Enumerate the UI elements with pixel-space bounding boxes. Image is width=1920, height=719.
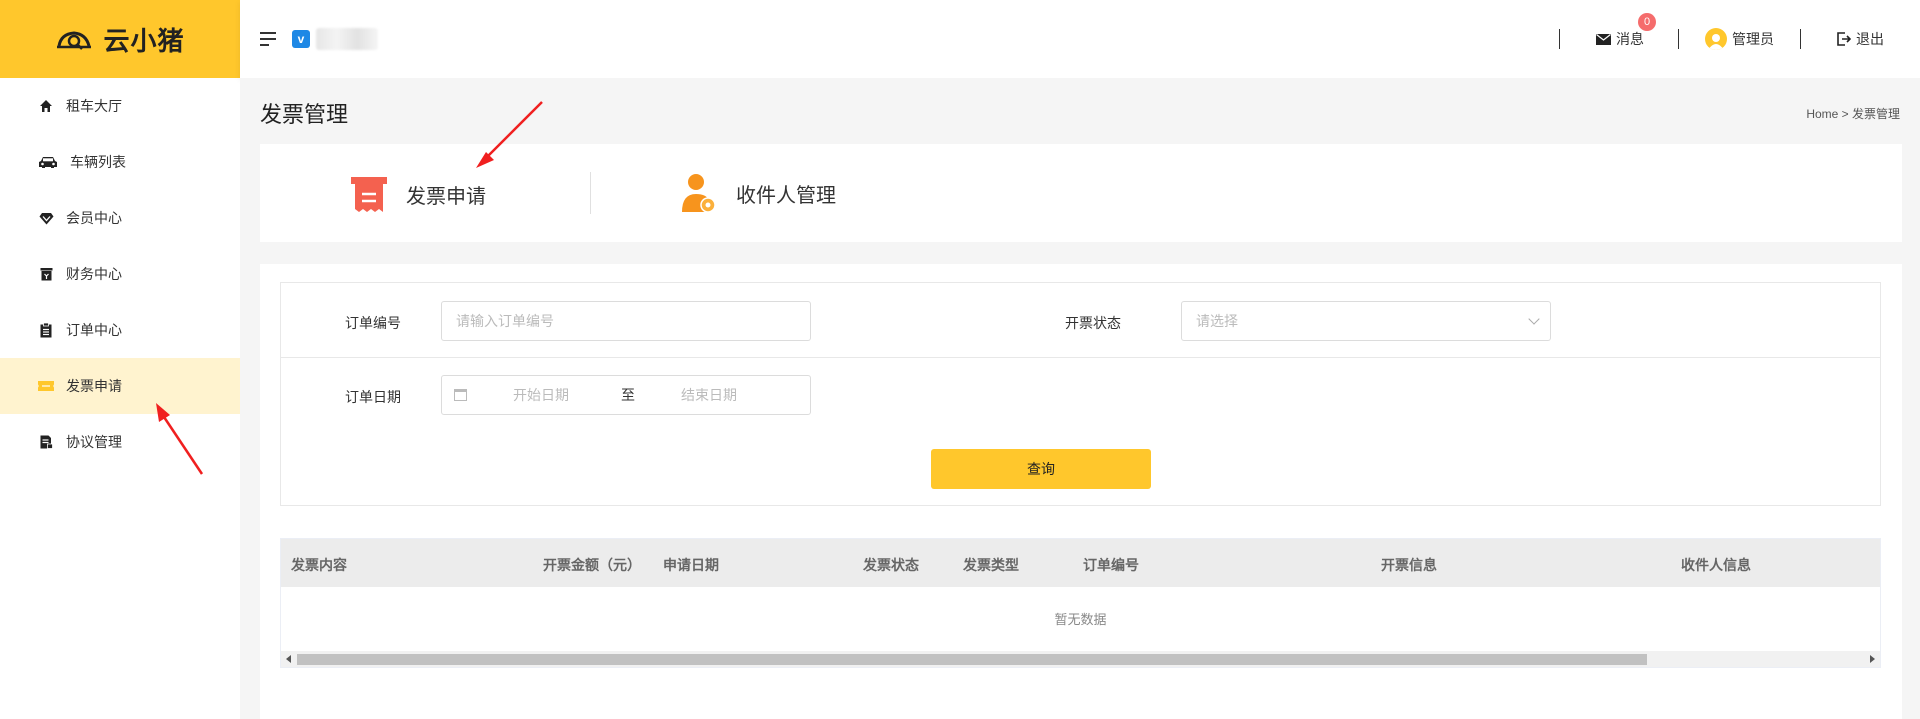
sidebar-item-invoice-apply[interactable]: 发票申请 [0, 358, 240, 414]
top-header: v 消息 0 管理员 退出 [240, 0, 1920, 78]
sidebar-item-label: 发票申请 [66, 378, 122, 394]
invoice-content-card: 订单编号 开票状态 请选择 订单日期 开始日期 至 结束日期 查询 发票内容 开… [260, 264, 1902, 719]
sidebar-item-label: 订单中心 [66, 322, 122, 338]
user-icon [1708, 34, 1724, 50]
chevron-down-icon [1528, 313, 1540, 325]
calendar-icon [454, 389, 467, 401]
column-header[interactable]: 开票信息 [1381, 555, 1437, 575]
breadcrumb[interactable]: Home > 发票管理 [1806, 105, 1900, 122]
sidebar-item-finance-center[interactable]: 财务中心 [0, 246, 240, 302]
sidebar-item-member-center[interactable]: 会员中心 [0, 190, 240, 246]
column-header[interactable]: 发票状态 [863, 555, 919, 575]
tab-invoice-apply[interactable]: 发票申请 [350, 174, 486, 214]
table-empty-state: 暂无数据 [1054, 611, 1107, 627]
date-range-separator: 至 [621, 387, 635, 403]
header-divider [1559, 29, 1560, 49]
header-divider [1800, 29, 1801, 49]
sidebar-item-label: 租车大厅 [66, 98, 122, 114]
sidebar-item-label: 车辆列表 [70, 154, 126, 170]
start-date-input[interactable]: 开始日期 [513, 385, 569, 405]
invoice-status-placeholder: 请选择 [1196, 313, 1238, 329]
vip-badge-icon: v [292, 30, 310, 48]
sidebar-item-label: 会员中心 [66, 210, 122, 226]
invoice-table: 发票内容 开票金额（元） 申请日期 发票状态 发票类型 订单编号 开票信息 收件… [280, 538, 1881, 668]
query-button[interactable]: 查询 [931, 449, 1151, 489]
sidebar-item-agreement-manage[interactable]: 协议管理 [0, 414, 240, 470]
logout-button[interactable]: 退出 [1837, 29, 1884, 49]
pig-logo-icon [57, 31, 92, 50]
column-header[interactable]: 订单编号 [1083, 555, 1139, 575]
header-divider [1678, 29, 1679, 49]
scroll-left-icon[interactable] [286, 655, 291, 663]
column-header[interactable]: 收件人信息 [1681, 555, 1751, 575]
end-date-input[interactable]: 结束日期 [681, 385, 737, 405]
home-icon [38, 98, 54, 114]
invoice-icon [351, 177, 387, 212]
brand-name: 云小猪 [103, 25, 185, 56]
sidebar: 云小猪 租车大厅 车辆列表 会员中心 财务中心 订单中心 发票申请 协议管理 [0, 0, 240, 719]
blurred-company-name [316, 28, 378, 50]
column-header[interactable]: 发票内容 [291, 555, 347, 575]
mail-icon [1596, 33, 1611, 45]
order-date-range-picker[interactable]: 开始日期 至 结束日期 [441, 375, 811, 415]
order-no-input[interactable] [441, 301, 811, 341]
tab-label: 发票申请 [406, 185, 486, 208]
horizontal-scrollbar[interactable] [281, 651, 1880, 667]
main-content: 发票管理 Home > 发票管理 发票申请 收件人管理 订单编号 请输入订单编号… [240, 78, 1920, 719]
column-header[interactable]: 开票金额（元） [543, 555, 641, 575]
ticket-icon [38, 378, 54, 394]
messages-count-badge: 0 [1638, 13, 1656, 31]
order-no-label: 订单编号 [345, 315, 401, 331]
tab-label: 收件人管理 [736, 184, 836, 207]
invoice-status-label: 开票状态 [1065, 315, 1121, 331]
user-name: 管理员 [1732, 31, 1774, 47]
menu-toggle-icon[interactable] [260, 32, 276, 46]
sidebar-menu: 租车大厅 车辆列表 会员中心 财务中心 订单中心 发票申请 协议管理 [0, 78, 240, 470]
user-settings-icon [682, 174, 716, 213]
invoice-tabs: 发票申请 收件人管理 [260, 144, 1902, 242]
sidebar-item-order-center[interactable]: 订单中心 [0, 302, 240, 358]
tab-recipient-manage[interactable]: 收件人管理 [680, 172, 836, 214]
document-icon [38, 434, 54, 450]
tab-divider [590, 172, 591, 214]
sidebar-item-vehicle-list[interactable]: 车辆列表 [0, 134, 240, 190]
page-title: 发票管理 [260, 102, 349, 127]
logout-icon [1837, 32, 1851, 46]
sidebar-item-label: 协议管理 [66, 434, 122, 450]
logout-label: 退出 [1856, 31, 1884, 47]
scrollbar-thumb[interactable] [297, 654, 1647, 665]
car-icon [38, 154, 58, 170]
column-header[interactable]: 发票类型 [963, 555, 1019, 575]
messages-button[interactable]: 消息 0 [1596, 13, 1656, 49]
page-header: 发票管理 Home > 发票管理 [240, 78, 1920, 144]
sidebar-item-rental-hall[interactable]: 租车大厅 [0, 78, 240, 134]
sidebar-item-label: 财务中心 [66, 266, 122, 282]
table-header: 发票内容 开票金额（元） 申请日期 发票状态 发票类型 订单编号 开票信息 收件… [281, 539, 1880, 587]
messages-label: 消息 [1616, 31, 1644, 47]
form-row-divider [281, 357, 1880, 358]
diamond-icon [38, 210, 54, 226]
header-actions: 消息 0 管理员 退出 [1559, 0, 1920, 78]
order-date-label: 订单日期 [345, 389, 401, 405]
wallet-icon [38, 266, 54, 282]
user-menu-button[interactable]: 管理员 [1705, 28, 1774, 50]
search-form: 订单编号 开票状态 请选择 订单日期 开始日期 至 结束日期 查询 [280, 282, 1881, 506]
column-header[interactable]: 申请日期 [663, 555, 719, 575]
clipboard-icon [38, 322, 54, 338]
brand-logo[interactable]: 云小猪 [0, 0, 240, 78]
invoice-status-select[interactable]: 请选择 [1181, 301, 1551, 341]
scroll-right-icon[interactable] [1870, 655, 1875, 663]
avatar [1705, 28, 1727, 50]
